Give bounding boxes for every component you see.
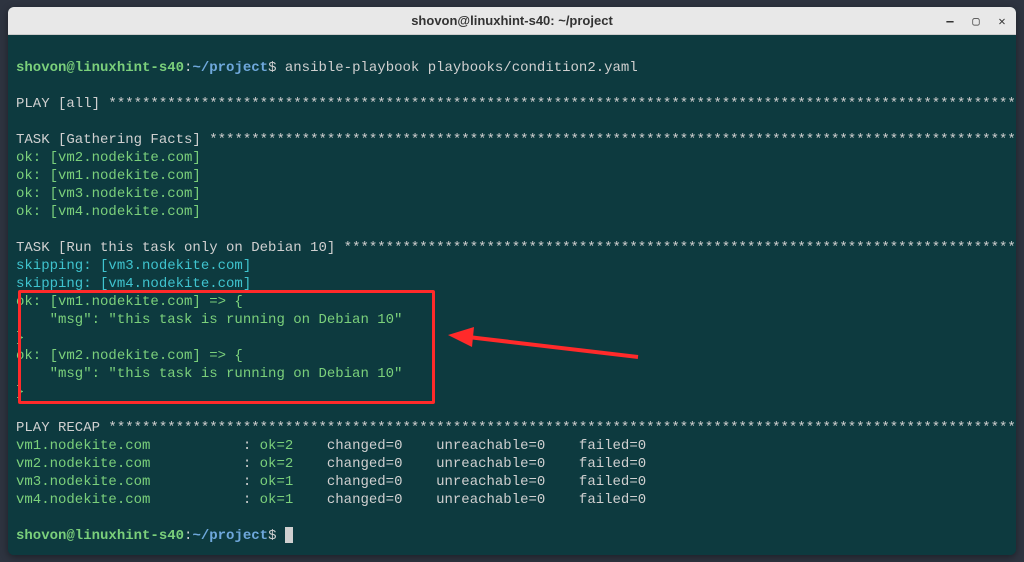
recap-ok: ok=2: [260, 438, 294, 454]
cursor: [285, 527, 293, 543]
recap-unreachable: unreachable=0: [436, 438, 545, 454]
terminal-window: shovon@linuxhint-s40: ~/project — ▢ ✕ sh…: [8, 7, 1016, 555]
recap-host: vm2.nodekite.com: [16, 456, 150, 472]
prompt-sep2: $: [268, 528, 276, 544]
task1-line: ok: [vm4.nodekite.com]: [16, 204, 201, 220]
task1-line: ok: [vm2.nodekite.com]: [16, 150, 201, 166]
recap-changed: changed=0: [327, 474, 403, 490]
recap-failed: failed=0: [579, 474, 646, 490]
recap-unreachable: unreachable=0: [436, 474, 545, 490]
titlebar: shovon@linuxhint-s40: ~/project — ▢ ✕: [8, 7, 1016, 35]
recap-unreachable: unreachable=0: [436, 492, 545, 508]
minimize-button[interactable]: —: [942, 13, 958, 29]
asterisk-fill: ****************************************…: [209, 132, 1016, 148]
recap-header: PLAY RECAP: [16, 420, 100, 436]
prompt-sep2: $: [268, 60, 276, 76]
close-button[interactable]: ✕: [994, 13, 1010, 29]
play-header: PLAY [all]: [16, 96, 100, 112]
asterisk-fill: ****************************************…: [108, 420, 1016, 436]
recap-host: vm1.nodekite.com: [16, 438, 150, 454]
task1-header: TASK [Gathering Facts]: [16, 132, 201, 148]
task2-header: TASK [Run this task only on Debian 10]: [16, 240, 335, 256]
recap-ok: ok=1: [260, 474, 294, 490]
command-text: ansible-playbook playbooks/condition2.ya…: [285, 60, 638, 76]
recap-failed: failed=0: [579, 456, 646, 472]
prompt-user: shovon@linuxhint-s40: [16, 60, 184, 76]
recap-changed: changed=0: [327, 456, 403, 472]
recap-ok: ok=2: [260, 456, 294, 472]
task2-ok-close: }: [16, 330, 24, 346]
terminal-area[interactable]: shovon@linuxhint-s40:~/project$ ansible-…: [8, 35, 1016, 555]
recap-changed: changed=0: [327, 492, 403, 508]
task2-skip: skipping: [vm3.nodekite.com]: [16, 258, 251, 274]
recap-host: vm4.nodekite.com: [16, 492, 150, 508]
maximize-button[interactable]: ▢: [968, 13, 984, 29]
recap-changed: changed=0: [327, 438, 403, 454]
recap-unreachable: unreachable=0: [436, 456, 545, 472]
prompt-path: ~/project: [192, 528, 268, 544]
task2-ok-close: }: [16, 384, 24, 400]
task2-ok-msg: "msg": "this task is running on Debian 1…: [16, 312, 402, 328]
prompt-user: shovon@linuxhint-s40: [16, 528, 184, 544]
task2-ok-head: ok: [vm1.nodekite.com] => {: [16, 294, 243, 310]
prompt-path: ~/project: [192, 60, 268, 76]
asterisk-fill: ****************************************…: [344, 240, 1016, 256]
recap-host: vm3.nodekite.com: [16, 474, 150, 490]
task2-skip: skipping: [vm4.nodekite.com]: [16, 276, 251, 292]
window-controls: — ▢ ✕: [942, 13, 1010, 29]
task2-ok-msg: "msg": "this task is running on Debian 1…: [16, 366, 402, 382]
recap-ok: ok=1: [260, 492, 294, 508]
window-title: shovon@linuxhint-s40: ~/project: [411, 13, 613, 28]
asterisk-fill: ****************************************…: [108, 96, 1016, 112]
task1-line: ok: [vm3.nodekite.com]: [16, 186, 201, 202]
recap-failed: failed=0: [579, 492, 646, 508]
task2-ok-head: ok: [vm2.nodekite.com] => {: [16, 348, 243, 364]
recap-failed: failed=0: [579, 438, 646, 454]
task1-line: ok: [vm1.nodekite.com]: [16, 168, 201, 184]
